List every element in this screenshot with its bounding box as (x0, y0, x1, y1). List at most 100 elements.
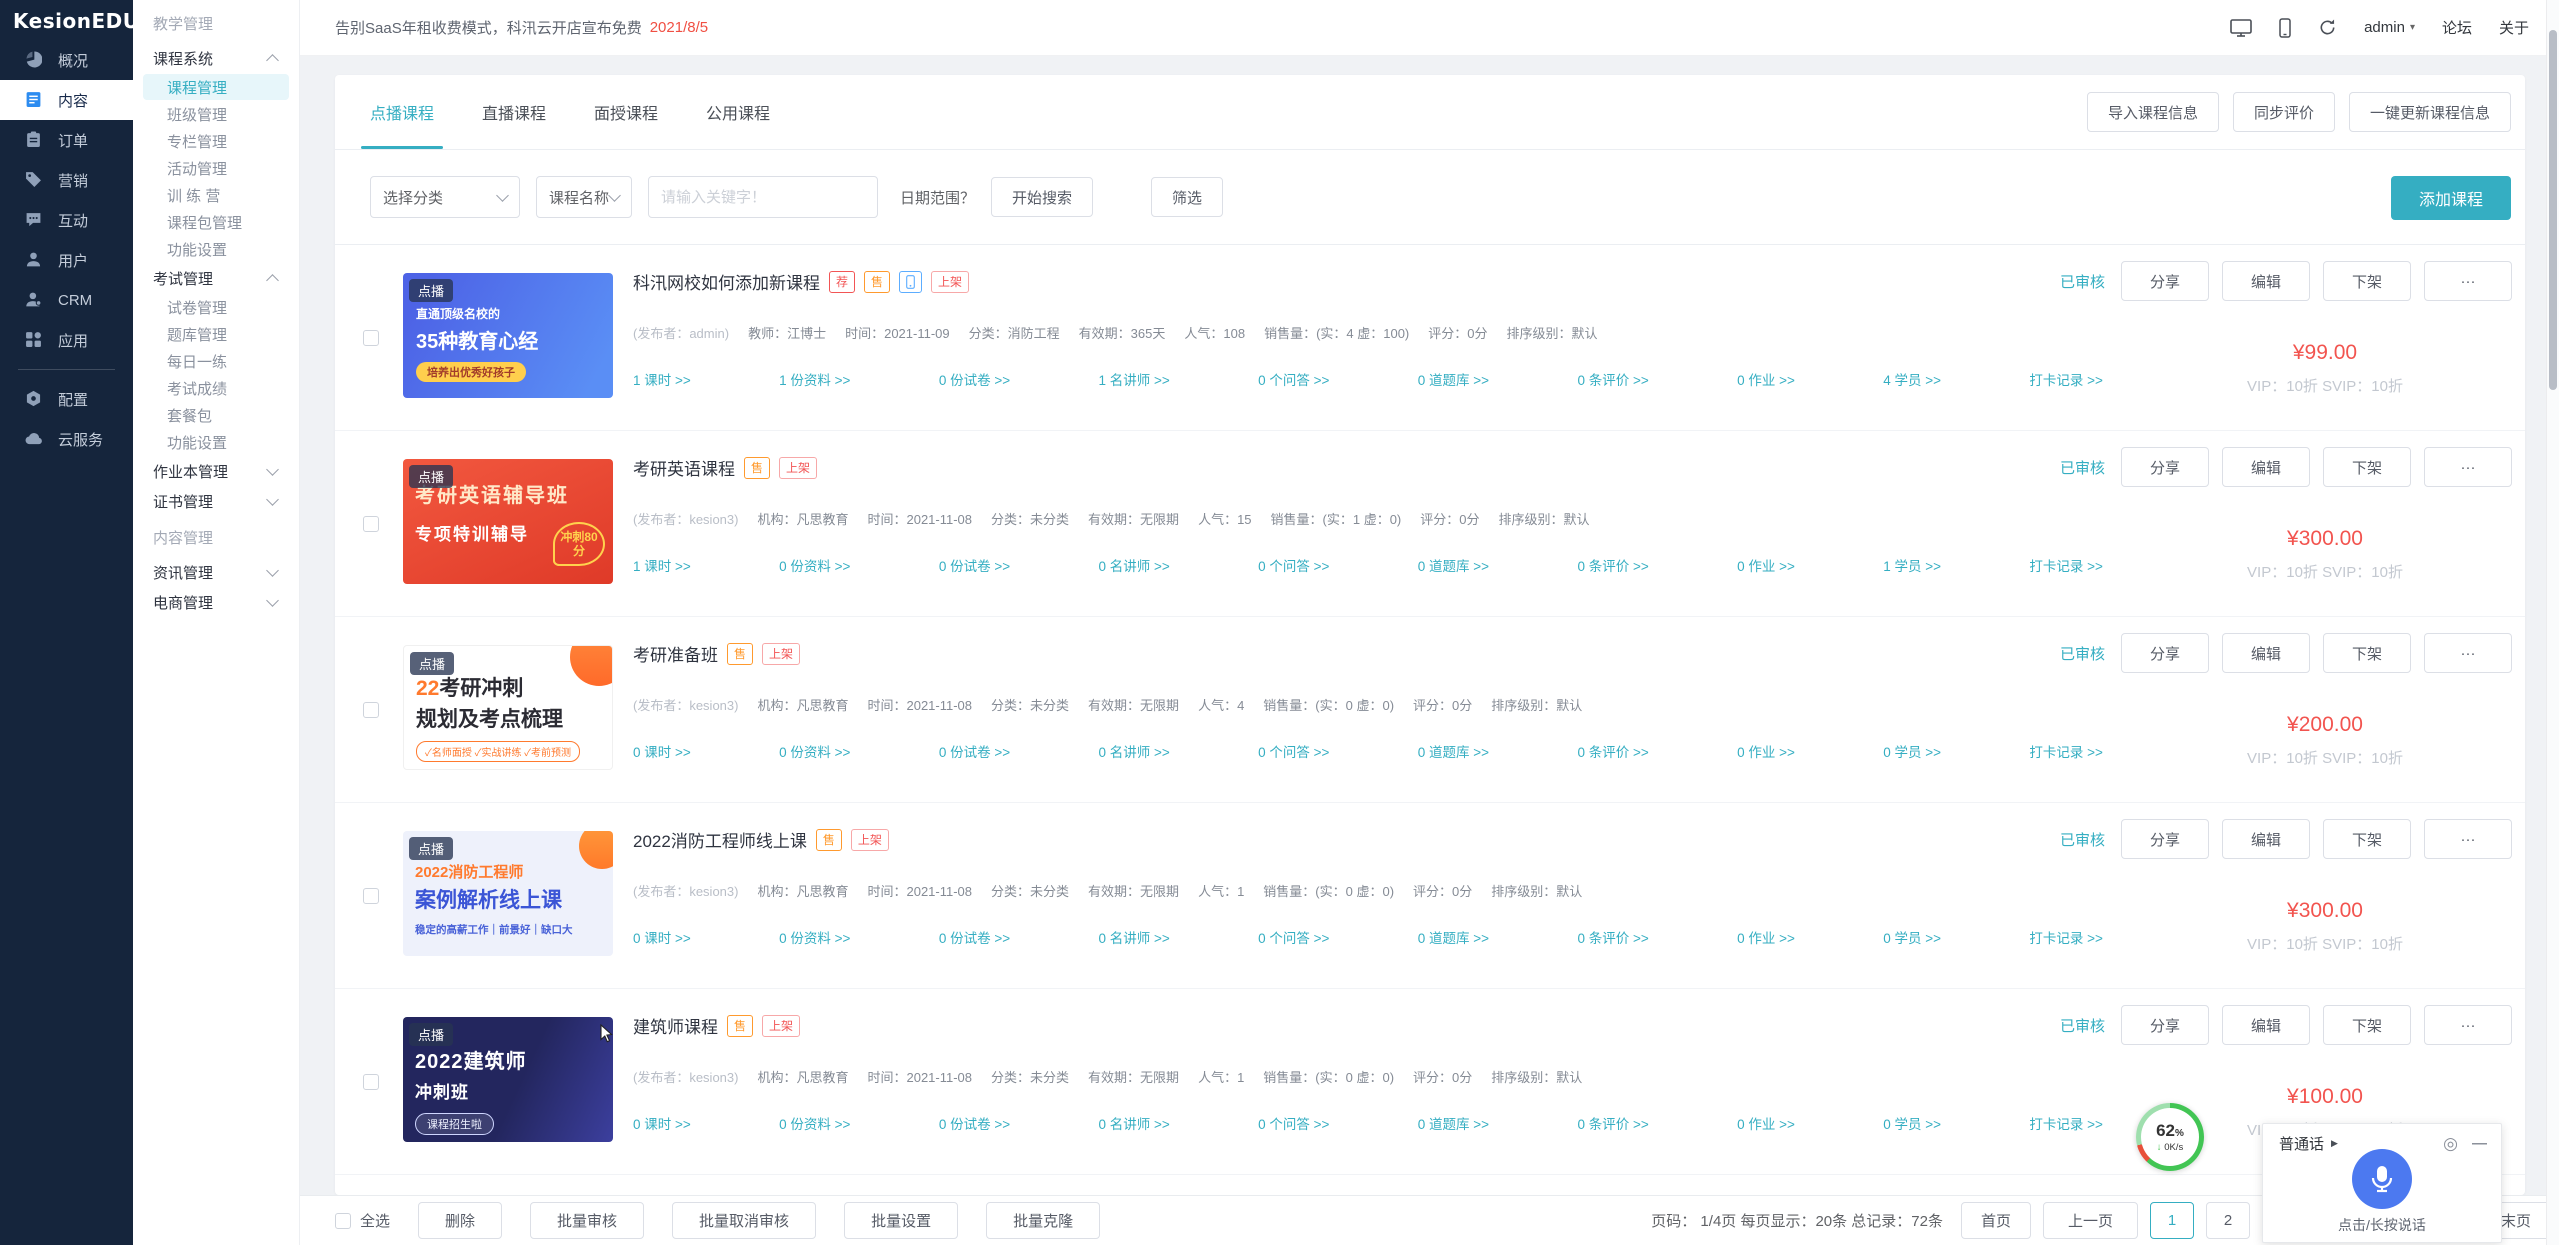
microphone-button[interactable] (2352, 1149, 2412, 1209)
category-select[interactable]: 选择分类 (370, 176, 520, 218)
course-stat-link[interactable]: 0 个问答 >> (1258, 927, 1329, 947)
submenu-item-column-mgmt[interactable]: 专栏管理 (143, 128, 289, 154)
course-stat-link[interactable]: 0 名讲师 >> (1098, 741, 1169, 761)
course-stat-link[interactable]: 0 份试卷 >> (939, 741, 1010, 761)
course-stat-link[interactable]: 0 道题库 >> (1418, 555, 1489, 575)
course-stat-link[interactable]: 0 名讲师 >> (1098, 1113, 1169, 1133)
course-stat-link[interactable]: 0 份资料 >> (779, 927, 850, 947)
submenu-item-activity-mgmt[interactable]: 活动管理 (143, 155, 289, 181)
course-stat-link[interactable]: 0 学员 >> (1883, 1113, 1941, 1133)
about-link[interactable]: 关于 (2499, 17, 2529, 38)
course-stat-link[interactable]: 0 份试卷 >> (939, 555, 1010, 575)
refresh-icon[interactable] (2318, 18, 2337, 37)
rail-item-orders[interactable]: 订单 (0, 120, 133, 160)
submenu-item-daily-practice[interactable]: 每日一练 (143, 348, 289, 374)
download-progress-widget[interactable]: 62% ↓ 0K/s (2136, 1103, 2204, 1171)
course-stat-link[interactable]: 0 份资料 >> (779, 555, 850, 575)
course-stat-link[interactable]: 0 课时 >> (633, 1113, 691, 1133)
share-button[interactable]: 分享 (2121, 447, 2209, 487)
share-button[interactable]: 分享 (2121, 819, 2209, 859)
edit-button[interactable]: 编辑 (2222, 633, 2310, 673)
more-button[interactable]: ··· (2424, 1005, 2512, 1045)
submenu-group-news-mgmt[interactable]: 资讯管理 (133, 557, 299, 587)
course-title[interactable]: 建筑师课程 (633, 1013, 718, 1038)
course-title[interactable]: 考研准备班 (633, 641, 718, 666)
course-stat-link[interactable]: 0 条评价 >> (1577, 927, 1648, 947)
course-stat-link[interactable]: 打卡记录 >> (2029, 741, 2103, 761)
share-button[interactable]: 分享 (2121, 1005, 2209, 1045)
sync-reviews-button[interactable]: 同步评价 (2233, 92, 2335, 132)
course-thumbnail[interactable]: 点播直通顶级名校的35种教育心经培养出优秀好孩子 (403, 273, 613, 398)
update-course-info-button[interactable]: 一键更新课程信息 (2349, 92, 2511, 132)
submenu-item-meal-package[interactable]: 套餐包 (143, 402, 289, 428)
rail-item-overview[interactable]: 概况 (0, 40, 133, 80)
rail-item-crm[interactable]: CRM (0, 280, 133, 320)
off-shelf-button[interactable]: 下架 (2323, 261, 2411, 301)
tab-offline[interactable]: 面授课程 (594, 75, 658, 149)
submenu-item-class-mgmt[interactable]: 班级管理 (143, 101, 289, 127)
off-shelf-button[interactable]: 下架 (2323, 819, 2411, 859)
batch-settings-button[interactable]: 批量设置 (844, 1202, 958, 1239)
course-stat-link[interactable]: 0 道题库 >> (1418, 927, 1489, 947)
gear-icon[interactable]: ◎ (2443, 1135, 2458, 1152)
minimize-icon[interactable]: — (2472, 1136, 2487, 1151)
keyword-input[interactable] (648, 176, 878, 218)
off-shelf-button[interactable]: 下架 (2323, 633, 2411, 673)
mobile-icon[interactable] (2279, 18, 2291, 38)
submenu-item-course-settings[interactable]: 功能设置 (143, 236, 289, 262)
course-checkbox[interactable] (363, 702, 379, 718)
course-stat-link[interactable]: 0 学员 >> (1883, 741, 1941, 761)
more-button[interactable]: ··· (2424, 261, 2512, 301)
course-thumbnail[interactable]: 点播2022建筑师冲刺班课程招生啦 (403, 1017, 613, 1142)
submenu-group-homework-mgmt[interactable]: 作业本管理 (133, 456, 299, 486)
course-stat-link[interactable]: 0 条评价 >> (1577, 1113, 1648, 1133)
course-stat-link[interactable]: 1 份资料 >> (779, 369, 850, 389)
course-thumbnail[interactable]: 点播考研英语辅导班专项特训辅导冲刺80分 (403, 459, 613, 584)
rail-item-cloud[interactable]: 云服务 (0, 419, 133, 459)
more-button[interactable]: ··· (2424, 819, 2512, 859)
rail-item-users[interactable]: 用户 (0, 240, 133, 280)
submenu-item-paper-mgmt[interactable]: 试卷管理 (143, 294, 289, 320)
scrollbar-track[interactable] (2546, 0, 2559, 1245)
batch-cancel-audit-button[interactable]: 批量取消审核 (672, 1202, 816, 1239)
course-stat-link[interactable]: 1 学员 >> (1883, 555, 1941, 575)
tab-vod[interactable]: 点播课程 (370, 75, 434, 149)
batch-clone-button[interactable]: 批量克隆 (986, 1202, 1100, 1239)
submenu-item-training-camp[interactable]: 训 练 营 (143, 182, 289, 208)
rail-item-config[interactable]: 配置 (0, 379, 133, 419)
share-button[interactable]: 分享 (2121, 261, 2209, 301)
course-stat-link[interactable]: 0 课时 >> (633, 927, 691, 947)
course-stat-link[interactable]: 4 学员 >> (1883, 369, 1941, 389)
filter-button[interactable]: 筛选 (1151, 177, 1223, 217)
course-stat-link[interactable]: 0 条评价 >> (1577, 741, 1648, 761)
scrollbar-thumb[interactable] (2549, 30, 2557, 390)
edit-button[interactable]: 编辑 (2222, 1005, 2310, 1045)
rail-item-content[interactable]: 内容 (0, 80, 133, 120)
play-icon[interactable]: ▶ (2331, 1138, 2338, 1149)
more-button[interactable]: ··· (2424, 633, 2512, 673)
course-stat-link[interactable]: 打卡记录 >> (2029, 369, 2103, 389)
course-stat-link[interactable]: 打卡记录 >> (2029, 1113, 2103, 1133)
course-stat-link[interactable]: 0 课时 >> (633, 741, 691, 761)
course-checkbox[interactable] (363, 516, 379, 532)
edit-button[interactable]: 编辑 (2222, 819, 2310, 859)
course-stat-link[interactable]: 打卡记录 >> (2029, 555, 2103, 575)
course-checkbox[interactable] (363, 330, 379, 346)
course-stat-link[interactable]: 0 名讲师 >> (1098, 555, 1169, 575)
more-button[interactable]: ··· (2424, 447, 2512, 487)
delete-button[interactable]: 删除 (418, 1202, 502, 1239)
batch-audit-button[interactable]: 批量审核 (530, 1202, 644, 1239)
page-first-button[interactable]: 首页 (1961, 1202, 2031, 1239)
user-menu[interactable]: admin ▾ (2364, 19, 2415, 36)
desktop-icon[interactable] (2230, 19, 2252, 37)
tab-live[interactable]: 直播课程 (482, 75, 546, 149)
rail-item-apps[interactable]: 应用 (0, 320, 133, 360)
course-stat-link[interactable]: 打卡记录 >> (2029, 927, 2103, 947)
course-stat-link[interactable]: 1 课时 >> (633, 555, 691, 575)
submenu-group-course-system[interactable]: 课程系统 (133, 43, 299, 73)
off-shelf-button[interactable]: 下架 (2323, 447, 2411, 487)
date-range-link[interactable]: 日期范围？ (900, 187, 975, 208)
course-stat-link[interactable]: 0 份试卷 >> (939, 927, 1010, 947)
submenu-group-ecommerce-mgmt[interactable]: 电商管理 (133, 587, 299, 617)
course-stat-link[interactable]: 0 作业 >> (1737, 927, 1795, 947)
